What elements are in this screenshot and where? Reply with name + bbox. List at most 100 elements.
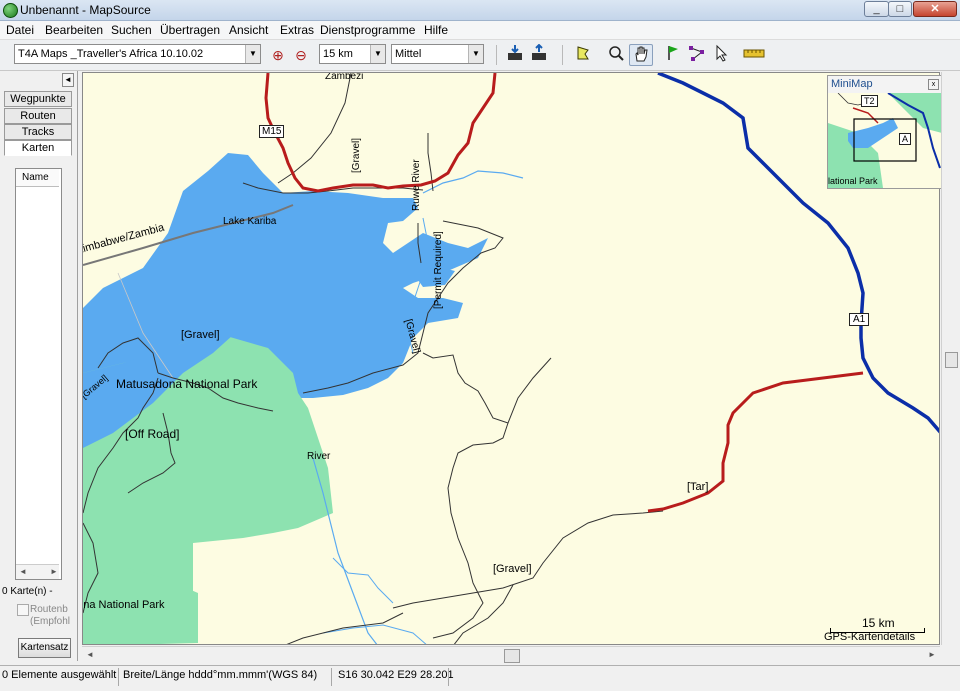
routing-checkbox[interactable] — [17, 604, 29, 616]
tab-routen[interactable]: Routen — [4, 108, 72, 124]
chevron-down-icon: ▼ — [245, 45, 260, 63]
measure-ruler-icon[interactable] — [741, 44, 767, 66]
left-panel: ◄ Wegpunkte Routen Tracks Karten Name ◄ … — [0, 71, 78, 661]
menu-uebertragen[interactable]: Übertragen — [160, 23, 220, 37]
main-road-tar — [647, 371, 864, 513]
zoom-level-value: 15 km — [323, 48, 353, 60]
minimap-label-park: lational Park — [828, 176, 878, 186]
collapse-panel-icon[interactable]: ◄ — [62, 73, 74, 87]
menu-suchen[interactable]: Suchen — [111, 23, 152, 37]
maximize-button[interactable]: □ — [888, 1, 912, 17]
menu-bearbeiten[interactable]: Bearbeiten — [45, 23, 103, 37]
route-tool-icon[interactable] — [686, 44, 708, 66]
menu-hilfe[interactable]: Hilfe — [424, 23, 448, 37]
receive-from-device-icon[interactable] — [504, 44, 526, 66]
app-globe-icon — [3, 3, 18, 18]
map-canvas[interactable]: M15 A1 Zambezi Lake Kariba Zimbabwe/Zamb… — [82, 72, 940, 645]
hand-pan-icon[interactable] — [629, 44, 653, 66]
minimap-panel[interactable]: MiniMap x T2 A lational Park — [827, 75, 943, 189]
toolbar-separator — [562, 45, 563, 65]
river — [422, 170, 524, 194]
status-format: Breite/Länge hddd°mm.mmm'(WGS 84) — [123, 669, 318, 681]
map-label-permit: [Permit Required] — [433, 231, 444, 309]
column-header-name[interactable]: Name — [16, 169, 59, 187]
toolbar: T4A Maps _Traveller's Africa 10.10.02 ▼ … — [0, 40, 960, 71]
minor-road — [453, 584, 514, 644]
map-label-zambezi: Zambezi — [325, 72, 364, 82]
minimap-close-icon[interactable]: x — [928, 79, 939, 90]
minimize-button[interactable]: _ — [864, 1, 889, 17]
maps-list[interactable]: Name ◄ ► — [15, 168, 62, 580]
send-to-device-icon[interactable] — [528, 43, 550, 66]
routing-checkbox-sublabel: (Empfohl — [30, 616, 71, 627]
status-divider — [448, 668, 449, 686]
tab-wegpunkte[interactable]: Wegpunkte — [4, 91, 72, 107]
status-divider — [118, 668, 119, 686]
scroll-left-icon[interactable]: ◄ — [86, 650, 94, 659]
map-label-lake-kariba: Lake Kariba — [223, 216, 277, 227]
detail-level-select[interactable]: Mittel ▼ — [391, 44, 484, 64]
minimap-title: MiniMap — [831, 78, 873, 90]
scroll-right-icon[interactable]: ► — [928, 650, 936, 659]
main-road-m15 — [264, 73, 497, 193]
map-label-river: River — [307, 451, 331, 462]
menu-ansicht[interactable]: Ansicht — [229, 23, 268, 37]
map-label-gravel: [Gravel] — [181, 329, 220, 341]
close-button[interactable]: ✕ — [913, 1, 957, 17]
status-bar: 0 Elemente ausgewählt Breite/Länge hddd°… — [0, 665, 960, 691]
map-label-gravel: [Gravel] — [493, 563, 532, 575]
minimap-label-t2: T2 — [861, 95, 878, 107]
map-label-gravel: [Gravel] — [351, 137, 362, 173]
status-coordinates: S16 30.042 E29 28.201 — [338, 669, 454, 681]
minimap-label-a: A — [899, 133, 912, 145]
map-set-button[interactable]: Kartensatz — [18, 638, 71, 658]
map-tool-icon[interactable] — [572, 44, 594, 66]
status-selection: 0 Elemente ausgewählt — [2, 669, 117, 681]
minor-road — [422, 352, 552, 424]
menu-dienstprogramme[interactable]: Dienstprogramme — [320, 23, 415, 37]
map-drawing — [83, 73, 939, 644]
zoom-level-select[interactable]: 15 km ▼ — [319, 44, 386, 64]
map-horizontal-scrollbar[interactable]: ◄ ► — [82, 646, 940, 664]
list-horizontal-scrollbar[interactable]: ◄ ► — [16, 564, 59, 579]
minor-road — [392, 510, 664, 609]
m15-road-shield: M15 — [259, 125, 285, 138]
window-title: Unbenannt - MapSource — [20, 3, 151, 17]
map-label-matusadona: Matusadona National Park — [116, 377, 258, 391]
map-scale: 15 km GPS-Kartendetails — [824, 616, 928, 644]
menu-bar: Datei Bearbeiten Suchen Übertragen Ansic… — [0, 21, 960, 40]
horizontal-scroll-thumb[interactable] — [504, 649, 520, 663]
a1-road-shield: A1 — [849, 313, 870, 326]
toolbar-separator — [496, 45, 497, 65]
minimap-drawing — [828, 93, 942, 188]
tab-tracks[interactable]: Tracks — [4, 124, 72, 140]
map-label-offroad: [Off Road] — [125, 427, 180, 441]
map-label-ruwe-river: Ruwe River — [411, 159, 422, 211]
waypoint-flag-icon[interactable] — [662, 44, 684, 66]
menu-datei[interactable]: Datei — [6, 23, 34, 37]
scroll-right-icon[interactable]: ► — [50, 567, 58, 576]
menu-extras[interactable]: Extras — [280, 23, 314, 37]
chevron-down-icon: ▼ — [468, 45, 483, 63]
minor-road — [432, 422, 509, 639]
select-arrow-icon[interactable] — [710, 44, 732, 66]
scale-detail-label: GPS-Kartendetails — [824, 631, 916, 643]
routing-checkbox-label: Routenb — [30, 604, 68, 615]
tab-karten[interactable]: Karten — [4, 140, 72, 156]
chevron-down-icon: ▼ — [370, 45, 385, 63]
zoom-out-icon[interactable]: ⊖ — [290, 44, 312, 66]
map-count-text: 0 Karte(n) - — [2, 586, 53, 597]
vertical-scroll-thumb[interactable] — [945, 352, 958, 368]
minor-road — [286, 612, 404, 644]
map-label-tar: [Tar] — [687, 481, 709, 493]
zoom-tool-icon[interactable] — [605, 44, 627, 66]
status-divider — [331, 668, 332, 686]
zoom-in-icon[interactable]: ⊕ — [267, 44, 289, 66]
map-vertical-scrollbar[interactable] — [941, 72, 960, 645]
scroll-left-icon[interactable]: ◄ — [19, 567, 27, 576]
map-label-park: dona National Park — [83, 599, 165, 611]
map-product-select[interactable]: T4A Maps _Traveller's Africa 10.10.02 ▼ — [14, 44, 261, 64]
map-product-value: T4A Maps _Traveller's Africa 10.10.02 — [18, 48, 204, 60]
detail-level-value: Mittel — [395, 48, 422, 60]
title-bar: Unbenannt - MapSource _ □ ✕ — [0, 0, 960, 21]
